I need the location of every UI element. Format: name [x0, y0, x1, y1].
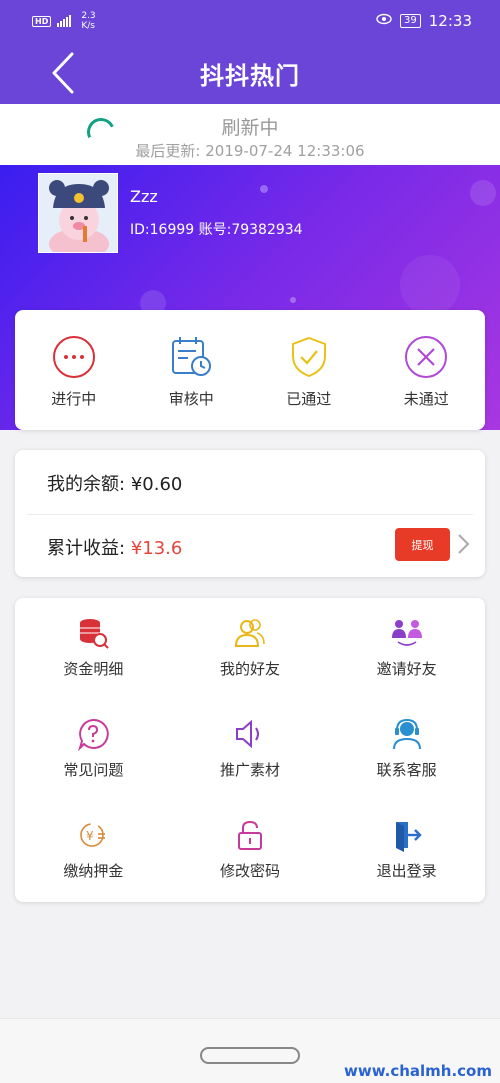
function-menu-card: 资金明细 我的好友 邀请好友 常见问题 推广素材 联系客服 ¥ 缴纳押金 修改密…: [15, 598, 485, 902]
tab-approved[interactable]: 已通过: [250, 310, 368, 430]
page-title: 抖抖热门: [200, 61, 300, 90]
balance-label: 我的余额:: [47, 474, 126, 495]
task-status-card: 进行中 审核中 已通过 未通过: [15, 310, 485, 430]
menu-label: 缴纳押金: [63, 862, 124, 880]
tab-under-review[interactable]: 审核中: [133, 310, 251, 430]
svg-text:¥: ¥: [86, 829, 94, 843]
menu-fund-details[interactable]: 资金明细: [15, 598, 172, 699]
decor-bubble: [470, 180, 496, 206]
menu-label: 资金明细: [63, 660, 124, 678]
tab-label: 进行中: [51, 390, 97, 408]
invite-icon: [391, 620, 422, 646]
status-bar: HD 2.3 K/s 39 12:33: [0, 0, 500, 42]
clock: 12:33: [428, 12, 472, 30]
menu-label: 邀请好友: [376, 660, 437, 678]
balance-value: ¥0.60: [130, 474, 183, 495]
deposit-icon: ¥: [80, 823, 106, 847]
home-gesture-bar[interactable]: [200, 1047, 300, 1064]
speaker-icon: [235, 719, 259, 749]
friends-icon: [234, 619, 265, 647]
eye-comfort-icon: [376, 13, 392, 29]
menu-invite-friends[interactable]: 邀请好友: [328, 598, 485, 699]
divider: [27, 514, 473, 515]
battery-icon: 39: [400, 14, 421, 28]
signal-icon: [57, 15, 72, 27]
withdraw-button[interactable]: 提现: [395, 528, 450, 561]
tab-label: 未通过: [403, 390, 449, 408]
speed-unit: K/s: [81, 21, 95, 31]
decor-bubble: [260, 185, 268, 193]
speed-value: 2.3: [81, 11, 96, 21]
menu-faq[interactable]: 常见问题: [15, 699, 172, 800]
menu-my-friends[interactable]: 我的好友: [172, 598, 329, 699]
tab-label: 已通过: [286, 390, 332, 408]
app-header: 抖抖热门: [0, 42, 500, 104]
decor-bubble: [400, 255, 460, 315]
menu-customer-service[interactable]: 联系客服: [328, 699, 485, 800]
headset-icon: [392, 718, 421, 750]
menu-logout[interactable]: 退出登录: [328, 800, 485, 901]
refresh-status: 刷新中: [221, 117, 279, 139]
watermark: www.chalmh.com: [344, 1062, 492, 1080]
menu-label: 推广素材: [219, 761, 280, 779]
menu-label: 联系客服: [376, 761, 437, 779]
coins-search-icon: [80, 619, 110, 649]
pull-refresh-indicator: 刷新中 最后更新: 2019-07-24 12:33:06: [0, 104, 500, 165]
calendar-clock-icon: [172, 337, 212, 376]
earnings-label: 累计收益:: [47, 538, 126, 559]
tab-in-progress[interactable]: 进行中: [15, 310, 133, 430]
menu-label: 退出登录: [376, 862, 437, 880]
username: Zzz: [130, 187, 158, 206]
network-speed: 2.3 K/s: [81, 11, 95, 31]
user-id: ID:16999 账号:79382934: [130, 222, 303, 238]
avatar[interactable]: [38, 173, 118, 253]
logout-icon: [395, 822, 422, 852]
lock-icon: [237, 820, 262, 850]
dots-circle-icon: [52, 336, 95, 378]
menu-pay-deposit[interactable]: ¥ 缴纳押金: [15, 800, 172, 901]
tab-rejected[interactable]: 未通过: [368, 310, 486, 430]
shield-check-icon: [291, 336, 326, 378]
menu-promo-materials[interactable]: 推广素材: [172, 699, 329, 800]
menu-label: 修改密码: [219, 862, 280, 880]
menu-change-password[interactable]: 修改密码: [172, 800, 329, 901]
earnings-row: 累计收益: ¥13.6: [47, 534, 182, 560]
chevron-right-icon[interactable]: [455, 532, 471, 556]
last-update-time: 最后更新: 2019-07-24 12:33:06: [135, 142, 365, 160]
earnings-value: ¥13.6: [130, 538, 183, 559]
balance-row: 我的余额: ¥0.60: [47, 470, 182, 496]
hd-badge: HD: [32, 15, 52, 27]
x-circle-icon: [405, 336, 448, 378]
menu-label: 常见问题: [63, 761, 124, 779]
back-arrow-icon[interactable]: [48, 52, 78, 94]
menu-label: 我的好友: [219, 660, 280, 678]
decor-bubble: [290, 297, 296, 303]
balance-card: 我的余额: ¥0.60 累计收益: ¥13.6 提现: [15, 450, 485, 577]
tab-label: 审核中: [168, 390, 214, 408]
question-icon: [78, 718, 110, 751]
